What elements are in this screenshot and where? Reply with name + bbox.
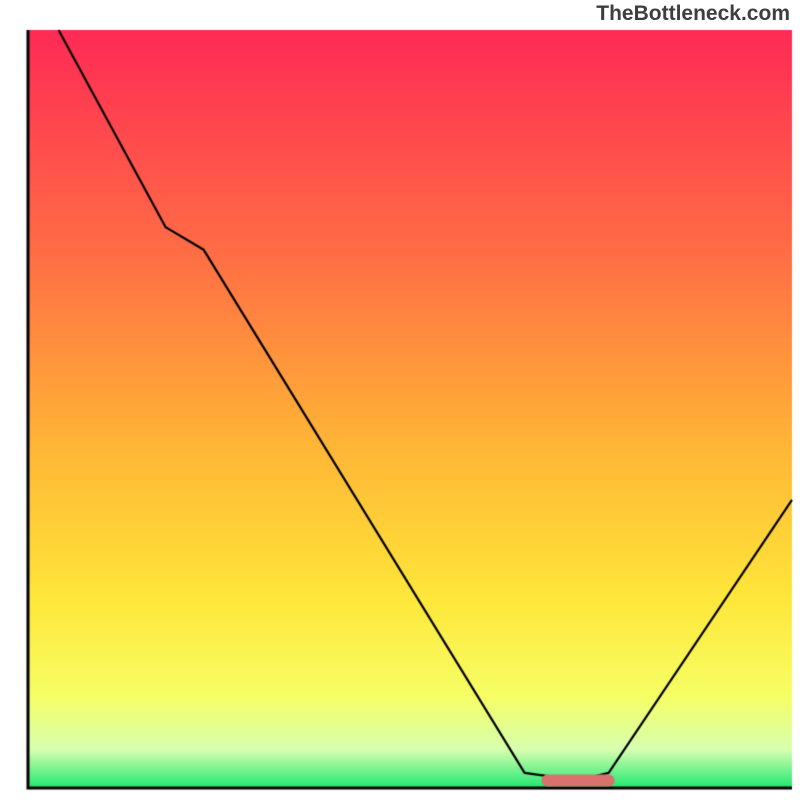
- bottleneck-chart: [0, 0, 800, 800]
- watermark-text: TheBottleneck.com: [596, 2, 790, 26]
